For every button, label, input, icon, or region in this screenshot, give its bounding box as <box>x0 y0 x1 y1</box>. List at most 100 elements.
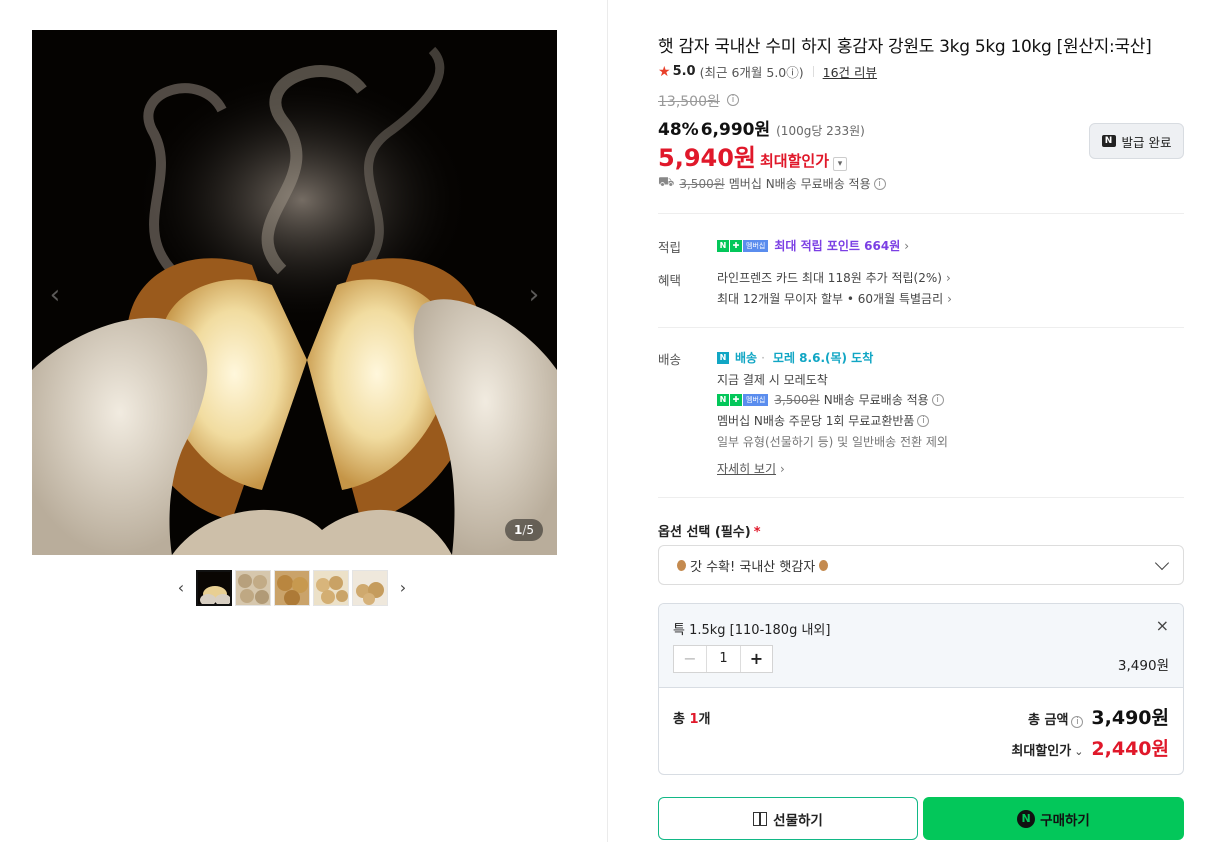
option-title-text: 옵션 선택 (필수) <box>658 525 751 540</box>
total-max-amount: 2,440원 <box>1091 738 1169 760</box>
coupon-issued-button[interactable]: N 발급 완료 <box>1089 123 1184 159</box>
chevron-right-icon: › <box>945 270 951 285</box>
image-counter: 1/5 <box>504 519 543 541</box>
shipping-original-fee: 3,500원 <box>679 177 725 191</box>
delivery-original-fee: 3,500원 <box>774 393 820 407</box>
rating-row: ★ 5.0 (최근 6개월 5.0ⓘ) 16건 리뷰 <box>658 62 877 81</box>
selected-option-name: 특 1.5kg [110-180g 내외] <box>673 623 831 638</box>
selected-option-box: 특 1.5kg [110-180g 내외] × − 1 + 3,490원 총 1… <box>658 603 1184 775</box>
info-icon[interactable]: i <box>917 414 930 427</box>
section-divider <box>658 213 1184 214</box>
total-amount-row: 총 금액 i 3,490원 <box>1028 703 1169 730</box>
shipping-row: ⛟ 3,500원 멤버십 N배송 무료배송 적용 i <box>658 175 886 192</box>
info-icon[interactable]: i <box>1071 716 1084 728</box>
image-next-arrow[interactable]: › <box>519 280 549 310</box>
gift-button-label: 선물하기 <box>773 812 823 829</box>
product-title: 햇 감자 국내산 수미 하지 홍감자 강원도 3kg 5kg 10kg [원산지… <box>658 37 1152 57</box>
exchange-row: 멤버십 N배송 주문당 1회 무료교환반품 i <box>717 412 930 429</box>
thumbnail-3[interactable] <box>274 570 310 606</box>
potato-emoji-icon <box>677 559 686 571</box>
quantity-minus-button[interactable]: − <box>674 646 706 672</box>
option-select[interactable]: 갓 수확! 국내산 햇감자 <box>658 545 1184 585</box>
n-plus-membership-icon: N ✚ 멤버십 <box>717 393 769 406</box>
n-plus-membership-icon: N ✚ 멤버십 <box>717 239 769 252</box>
point-benefit-row[interactable]: N ✚ 멤버십 최대 적립 포인트 664원 › <box>717 237 909 254</box>
max-discount-price: 5,940원 <box>658 144 756 172</box>
baked-potato-photo <box>32 30 557 555</box>
card-benefit-row[interactable]: 라인프렌즈 카드 최대 118원 추가 적립(2%) › <box>717 269 951 286</box>
delivery-more-row[interactable]: 자세히 보기 › <box>717 460 785 477</box>
total-count: 1 <box>689 712 699 727</box>
selected-option-item: 특 1.5kg [110-180g 내외] × − 1 + 3,490원 <box>659 604 1183 688</box>
info-icon[interactable]: i <box>873 177 886 190</box>
naver-pay-icon: N <box>1017 809 1036 828</box>
unit-price: (100g당 233원) <box>776 124 865 138</box>
rating-note: (최근 6개월 5.0ⓘ) <box>699 65 804 80</box>
gift-icon <box>753 811 768 826</box>
thumbnail-2[interactable] <box>235 570 271 606</box>
benefit-label-point: 적립 <box>658 240 682 255</box>
truck-icon: ⛟ <box>658 175 675 190</box>
chevron-down-icon <box>1154 555 1170 571</box>
star-icon: ★ <box>658 63 671 80</box>
section-divider <box>658 327 1184 328</box>
chevron-down-icon[interactable]: ▾ <box>833 157 848 171</box>
discount-rate: 48% <box>658 120 699 140</box>
benefit-label-perks: 혜택 <box>658 273 682 288</box>
installment-row[interactable]: 최대 12개월 무이자 할부 • 60개월 특별금리 › <box>717 290 952 307</box>
installment-text: 최대 12개월 무이자 할부 • 60개월 특별금리 <box>717 292 944 306</box>
thumbnail-5[interactable] <box>352 570 388 606</box>
thumbnail-prev-arrow[interactable]: ‹ <box>174 570 188 606</box>
chevron-down-icon: ⌄ <box>1074 745 1084 758</box>
delivery-eta-row: N 배송 · 모레 8.6.(목) 도착 <box>717 349 873 366</box>
info-icon[interactable]: i <box>931 393 944 406</box>
card-benefit-text: 라인프렌즈 카드 최대 118원 추가 적립(2%) <box>717 271 942 285</box>
image-prev-arrow[interactable]: ‹ <box>40 280 70 310</box>
thumbnail-1[interactable] <box>196 570 232 606</box>
buy-button[interactable]: N 구매하기 <box>923 797 1184 840</box>
membership-badge-label: 멤버십 <box>743 393 769 406</box>
rating-score: 5.0 <box>672 64 696 79</box>
n-delivery-icon: N <box>717 351 729 364</box>
total-max-discount-row[interactable]: 최대할인가 ⌄ 2,440원 <box>1011 734 1169 761</box>
max-discount-row[interactable]: 5,940원 최대할인가 ▾ <box>658 138 848 173</box>
review-count-link[interactable]: 16건 리뷰 <box>823 62 877 81</box>
delivery-eta: 모레 8.6.(목) 도착 <box>772 351 874 365</box>
naver-n-icon: N <box>1101 135 1116 147</box>
membership-badge-label: 멤버십 <box>743 239 769 252</box>
chevron-right-icon: › <box>904 238 910 253</box>
sale-price-row: 48% 6,990원 (100g당 233원) <box>658 115 865 140</box>
exchange-text: 멤버십 N배송 주문당 1회 무료교환반품 <box>717 414 915 428</box>
delivery-tag: 배송 <box>735 351 758 365</box>
required-mark: * <box>753 525 761 540</box>
delivery-more-link[interactable]: 자세히 보기 <box>717 460 776 477</box>
main-product-image[interactable]: ‹ › 1/5 <box>32 30 557 555</box>
total-amount: 3,490원 <box>1091 707 1169 729</box>
sale-price: 6,990원 <box>700 120 771 140</box>
quantity-input[interactable]: 1 <box>706 646 740 672</box>
coupon-button-label: 발급 완료 <box>1121 134 1172 150</box>
max-discount-label: 최대할인가 <box>760 152 830 170</box>
column-divider <box>607 0 608 842</box>
delivery-free-row: N ✚ 멤버십 3,500원 N배송 무료배송 적용 i <box>717 391 944 408</box>
total-count-prefix: 총 <box>673 712 690 727</box>
option-select-value: 갓 수확! 국내산 햇감자 <box>690 559 816 575</box>
option-section-title: 옵션 선택 (필수) * <box>658 521 761 540</box>
max-point-text: 최대 적립 포인트 664원 <box>774 239 901 253</box>
exclusion-text: 일부 유형(선물하기 등) 및 일반배송 전환 제외 <box>717 435 948 449</box>
shipping-text: 멤버십 N배송 무료배송 적용 <box>728 177 871 191</box>
dot-separator: · <box>761 350 765 365</box>
total-max-label: 최대할인가 <box>1011 744 1072 759</box>
quantity-stepper: − 1 + <box>673 645 773 673</box>
section-divider <box>658 497 1184 498</box>
total-amount-label: 총 금액 <box>1028 713 1069 728</box>
total-count-suffix: 개 <box>698 712 711 727</box>
thumbnail-next-arrow[interactable]: › <box>396 570 410 606</box>
thumbnail-4[interactable] <box>313 570 349 606</box>
quantity-plus-button[interactable]: + <box>740 646 772 672</box>
remove-option-close-icon[interactable]: × <box>1156 616 1169 635</box>
gift-button[interactable]: 선물하기 <box>658 797 918 840</box>
info-icon[interactable]: i <box>727 94 739 106</box>
original-price: 13,500원 <box>658 94 720 110</box>
image-counter-total: 5 <box>526 523 534 537</box>
